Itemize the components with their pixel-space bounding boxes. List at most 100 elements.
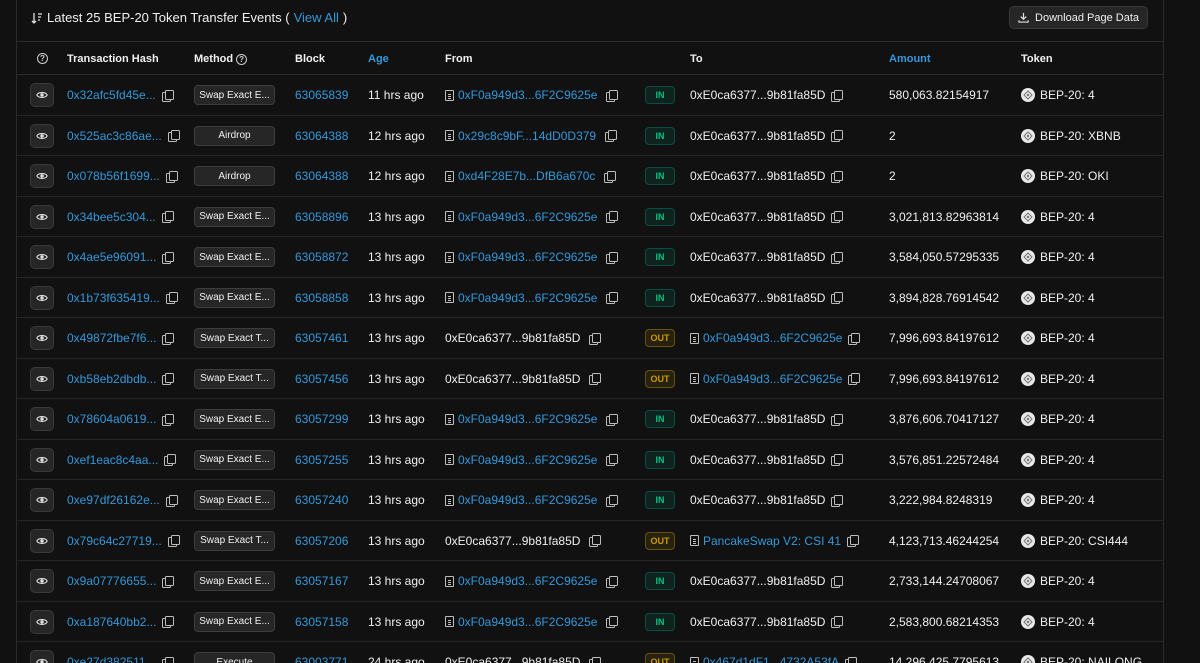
token-name[interactable]: BEP-20: NAILONG: [1040, 655, 1142, 663]
download-page-data-button[interactable]: Download Page Data: [1009, 6, 1148, 29]
tx-hash-link[interactable]: 0x49872fbe7f6...: [67, 331, 156, 345]
copy-icon[interactable]: [167, 535, 180, 547]
copy-icon[interactable]: [162, 575, 175, 588]
column-header-amount[interactable]: Amount: [889, 53, 931, 65]
copy-icon[interactable]: [164, 454, 177, 466]
tx-hash-link[interactable]: 0xe27d382511...: [67, 655, 156, 663]
copy-icon[interactable]: [606, 89, 619, 102]
from-address[interactable]: 0xF0a949d3...6F2C9625e: [458, 291, 597, 305]
copy-icon[interactable]: [831, 251, 844, 264]
copy-icon[interactable]: [848, 373, 861, 385]
token-cell[interactable]: BEP-20: CSI444: [1021, 521, 1128, 561]
tx-hash-link[interactable]: 0x4ae5e96091...: [67, 250, 156, 264]
from-address[interactable]: 0xF0a949d3...6F2C9625e: [458, 615, 597, 629]
copy-icon[interactable]: [605, 130, 618, 142]
method-help-icon[interactable]: ?: [236, 53, 248, 65]
token-cell[interactable]: BEP-20: 4: [1021, 318, 1095, 358]
copy-icon[interactable]: [162, 251, 175, 264]
view-details-button[interactable]: [30, 569, 54, 593]
from-address[interactable]: 0xF0a949d3...6F2C9625e: [458, 493, 597, 507]
to-address[interactable]: 0xF0a949d3...6F2C9625e: [703, 331, 842, 345]
copy-icon[interactable]: [831, 494, 844, 507]
copy-icon[interactable]: [848, 332, 861, 345]
block-link[interactable]: 63058872: [295, 250, 348, 264]
copy-icon[interactable]: [845, 656, 858, 663]
from-address[interactable]: 0xF0a949d3...6F2C9625e: [458, 210, 597, 224]
copy-icon[interactable]: [162, 332, 175, 345]
view-details-button[interactable]: [30, 326, 54, 350]
from-address[interactable]: 0x29c8c9bF...14dD0D379: [458, 129, 596, 143]
token-cell[interactable]: BEP-20: 4: [1021, 602, 1095, 642]
copy-icon[interactable]: [831, 130, 844, 142]
token-name[interactable]: BEP-20: 4: [1040, 412, 1095, 426]
block-link[interactable]: 63003771: [295, 655, 348, 663]
token-name[interactable]: BEP-20: 4: [1040, 372, 1095, 386]
from-address[interactable]: 0xF0a949d3...6F2C9625e: [458, 574, 597, 588]
token-name[interactable]: BEP-20: 4: [1040, 88, 1095, 102]
block-link[interactable]: 63064388: [295, 129, 348, 143]
from-address[interactable]: 0xF0a949d3...6F2C9625e: [458, 88, 597, 102]
copy-icon[interactable]: [589, 535, 602, 547]
token-cell[interactable]: BEP-20: 4: [1021, 440, 1095, 480]
view-details-button[interactable]: [30, 488, 54, 512]
copy-icon[interactable]: [161, 656, 174, 663]
view-details-button[interactable]: [30, 528, 54, 553]
view-details-button[interactable]: [30, 285, 54, 310]
token-name[interactable]: BEP-20: 4: [1040, 615, 1095, 629]
copy-icon[interactable]: [162, 413, 175, 426]
tx-hash-link[interactable]: 0xe97df26162e...: [67, 493, 160, 507]
tx-hash-link[interactable]: 0x1b73f635419...: [67, 291, 160, 305]
block-link[interactable]: 63057255: [295, 453, 348, 467]
view-details-button[interactable]: [30, 447, 54, 472]
block-link[interactable]: 63057456: [295, 372, 348, 386]
tx-hash-link[interactable]: 0x32afc5fd45e...: [67, 88, 156, 102]
block-link[interactable]: 63057461: [295, 331, 348, 345]
token-name[interactable]: BEP-20: 4: [1040, 574, 1095, 588]
tx-hash-link[interactable]: 0xa187640bb2...: [67, 615, 156, 629]
token-cell[interactable]: BEP-20: 4: [1021, 561, 1095, 601]
copy-icon[interactable]: [162, 616, 175, 628]
copy-icon[interactable]: [161, 211, 174, 223]
token-cell[interactable]: BEP-20: 4: [1021, 75, 1095, 115]
from-address[interactable]: 0xF0a949d3...6F2C9625e: [458, 250, 597, 264]
copy-icon[interactable]: [589, 373, 602, 385]
token-cell[interactable]: BEP-20: NAILONG: [1021, 642, 1142, 663]
copy-icon[interactable]: [831, 454, 844, 466]
view-details-button[interactable]: [30, 123, 54, 148]
from-address[interactable]: 0xF0a949d3...6F2C9625e: [458, 412, 597, 426]
from-address[interactable]: 0xd4F28E7b...DfB6a670c: [458, 169, 595, 183]
copy-icon[interactable]: [831, 575, 844, 588]
block-link[interactable]: 63058858: [295, 291, 348, 305]
view-details-button[interactable]: [30, 83, 54, 107]
block-link[interactable]: 63057240: [295, 493, 348, 507]
view-all-link[interactable]: View All: [294, 10, 339, 25]
token-cell[interactable]: BEP-20: 4: [1021, 197, 1095, 237]
copy-icon[interactable]: [161, 89, 174, 102]
copy-icon[interactable]: [831, 292, 844, 304]
from-address[interactable]: 0xF0a949d3...6F2C9625e: [458, 453, 597, 467]
copy-icon[interactable]: [606, 211, 619, 223]
token-cell[interactable]: BEP-20: 4: [1021, 399, 1095, 439]
copy-icon[interactable]: [589, 332, 602, 345]
token-cell[interactable]: BEP-20: XBNB: [1021, 116, 1121, 156]
token-name[interactable]: BEP-20: XBNB: [1040, 129, 1121, 143]
token-name[interactable]: BEP-20: 4: [1040, 453, 1095, 467]
copy-icon[interactable]: [606, 616, 619, 628]
token-name[interactable]: BEP-20: 4: [1040, 210, 1095, 224]
copy-icon[interactable]: [167, 130, 180, 142]
view-details-button[interactable]: [30, 407, 54, 431]
view-details-button[interactable]: [30, 609, 54, 634]
view-details-button[interactable]: [30, 204, 54, 229]
tx-hash-link[interactable]: 0xb58eb2dbdb...: [67, 372, 156, 386]
tx-hash-link[interactable]: 0x9a07776655...: [67, 574, 156, 588]
copy-icon[interactable]: [847, 535, 860, 547]
tx-hash-link[interactable]: 0x79c64c27719...: [67, 534, 162, 548]
copy-icon[interactable]: [831, 211, 844, 223]
token-cell[interactable]: BEP-20: OKI: [1021, 156, 1109, 196]
copy-icon[interactable]: [606, 454, 619, 466]
to-address[interactable]: 0xF0a949d3...6F2C9625e: [703, 372, 842, 386]
column-header-age[interactable]: Age: [368, 53, 389, 65]
copy-icon[interactable]: [606, 575, 619, 588]
to-address[interactable]: 0x467d1dF1...4732A53fA: [703, 655, 839, 663]
copy-icon[interactable]: [831, 89, 844, 102]
